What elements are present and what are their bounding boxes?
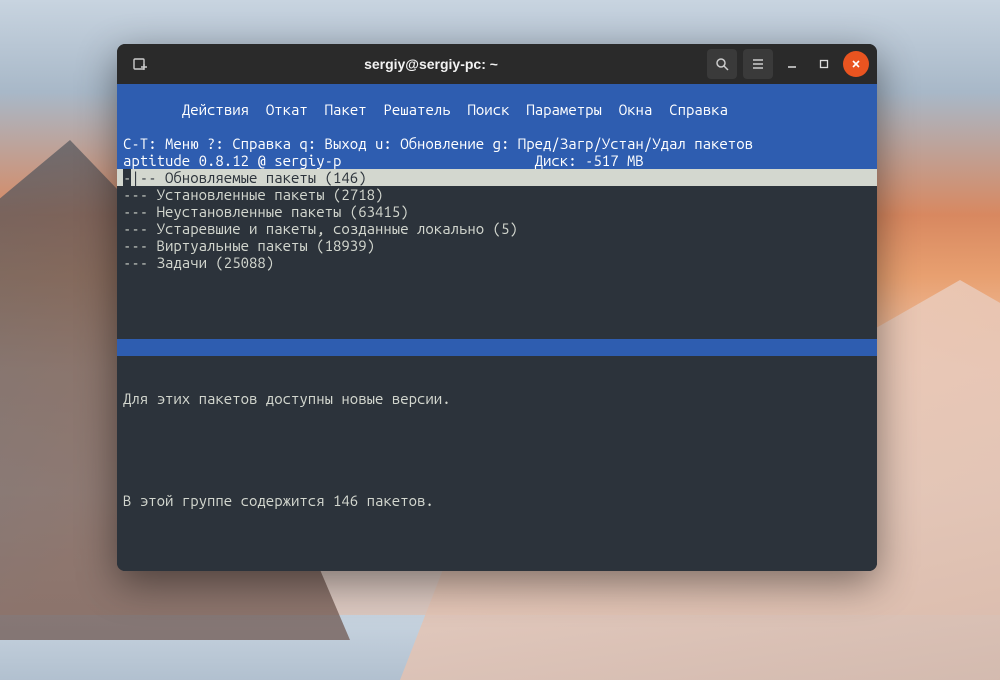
search-icon bbox=[715, 57, 729, 71]
category-row[interactable]: --- Установленные пакеты (2718) bbox=[117, 186, 877, 203]
empty-space-upper bbox=[117, 271, 877, 339]
menu-item-окна[interactable]: Окна bbox=[619, 101, 653, 118]
details-blank bbox=[123, 441, 871, 458]
aptitude-hint-line: C-T: Меню ?: Справка q: Выход u: Обновле… bbox=[117, 135, 877, 152]
menu-item-пакет[interactable]: Пакет bbox=[325, 101, 367, 118]
maximize-button[interactable] bbox=[811, 51, 837, 77]
new-tab-icon bbox=[132, 56, 148, 72]
category-row[interactable]: --- Устаревшие и пакеты, созданные локал… bbox=[117, 220, 877, 237]
menu-item-решатель[interactable]: Решатель bbox=[383, 101, 450, 118]
category-row[interactable]: -|-- Обновляемые пакеты (146) bbox=[117, 169, 877, 186]
menu-item-действия[interactable]: Действия bbox=[182, 101, 249, 118]
details-line-2: В этой группе содержится 146 пакетов. bbox=[123, 492, 871, 509]
package-category-list[interactable]: -|-- Обновляемые пакеты (146)--- Установ… bbox=[117, 169, 877, 271]
maximize-icon bbox=[819, 59, 829, 69]
details-line-1: Для этих пакетов доступны новые версии. bbox=[123, 390, 871, 407]
details-pane: Для этих пакетов доступны новые версии. … bbox=[117, 356, 877, 543]
status-left: aptitude 0.8.12 @ sergiy-p bbox=[123, 152, 341, 169]
minimize-icon bbox=[787, 59, 797, 69]
aptitude-status-line: aptitude 0.8.12 @ sergiy-p Диск: -517 MB bbox=[117, 152, 877, 169]
close-icon bbox=[851, 59, 861, 69]
status-right: Диск: -517 MB bbox=[535, 152, 644, 169]
category-row[interactable]: --- Виртуальные пакеты (18939) bbox=[117, 237, 877, 254]
pane-divider bbox=[117, 339, 877, 356]
aptitude-menu-bar[interactable]: Действия Откат Пакет Решатель Поиск Пара… bbox=[117, 84, 877, 135]
category-row[interactable]: --- Задачи (25088) bbox=[117, 254, 877, 271]
window-title: sergiy@sergiy-pc: ~ bbox=[161, 56, 701, 72]
menu-item-справка[interactable]: Справка bbox=[669, 101, 728, 118]
new-tab-button[interactable] bbox=[125, 49, 155, 79]
category-row[interactable]: --- Неустановленные пакеты (63415) bbox=[117, 203, 877, 220]
minimize-button[interactable] bbox=[779, 51, 805, 77]
menu-item-параметры[interactable]: Параметры bbox=[526, 101, 602, 118]
terminal-content[interactable]: Действия Откат Пакет Решатель Поиск Пара… bbox=[117, 84, 877, 571]
terminal-window: sergiy@sergiy-pc: ~ bbox=[117, 44, 877, 571]
search-button[interactable] bbox=[707, 49, 737, 79]
hamburger-icon bbox=[751, 57, 765, 71]
menu-item-поиск[interactable]: Поиск bbox=[468, 101, 510, 118]
close-button[interactable] bbox=[843, 51, 869, 77]
menu-item-откат[interactable]: Откат bbox=[266, 101, 308, 118]
titlebar: sergiy@sergiy-pc: ~ bbox=[117, 44, 877, 84]
hamburger-menu-button[interactable] bbox=[743, 49, 773, 79]
